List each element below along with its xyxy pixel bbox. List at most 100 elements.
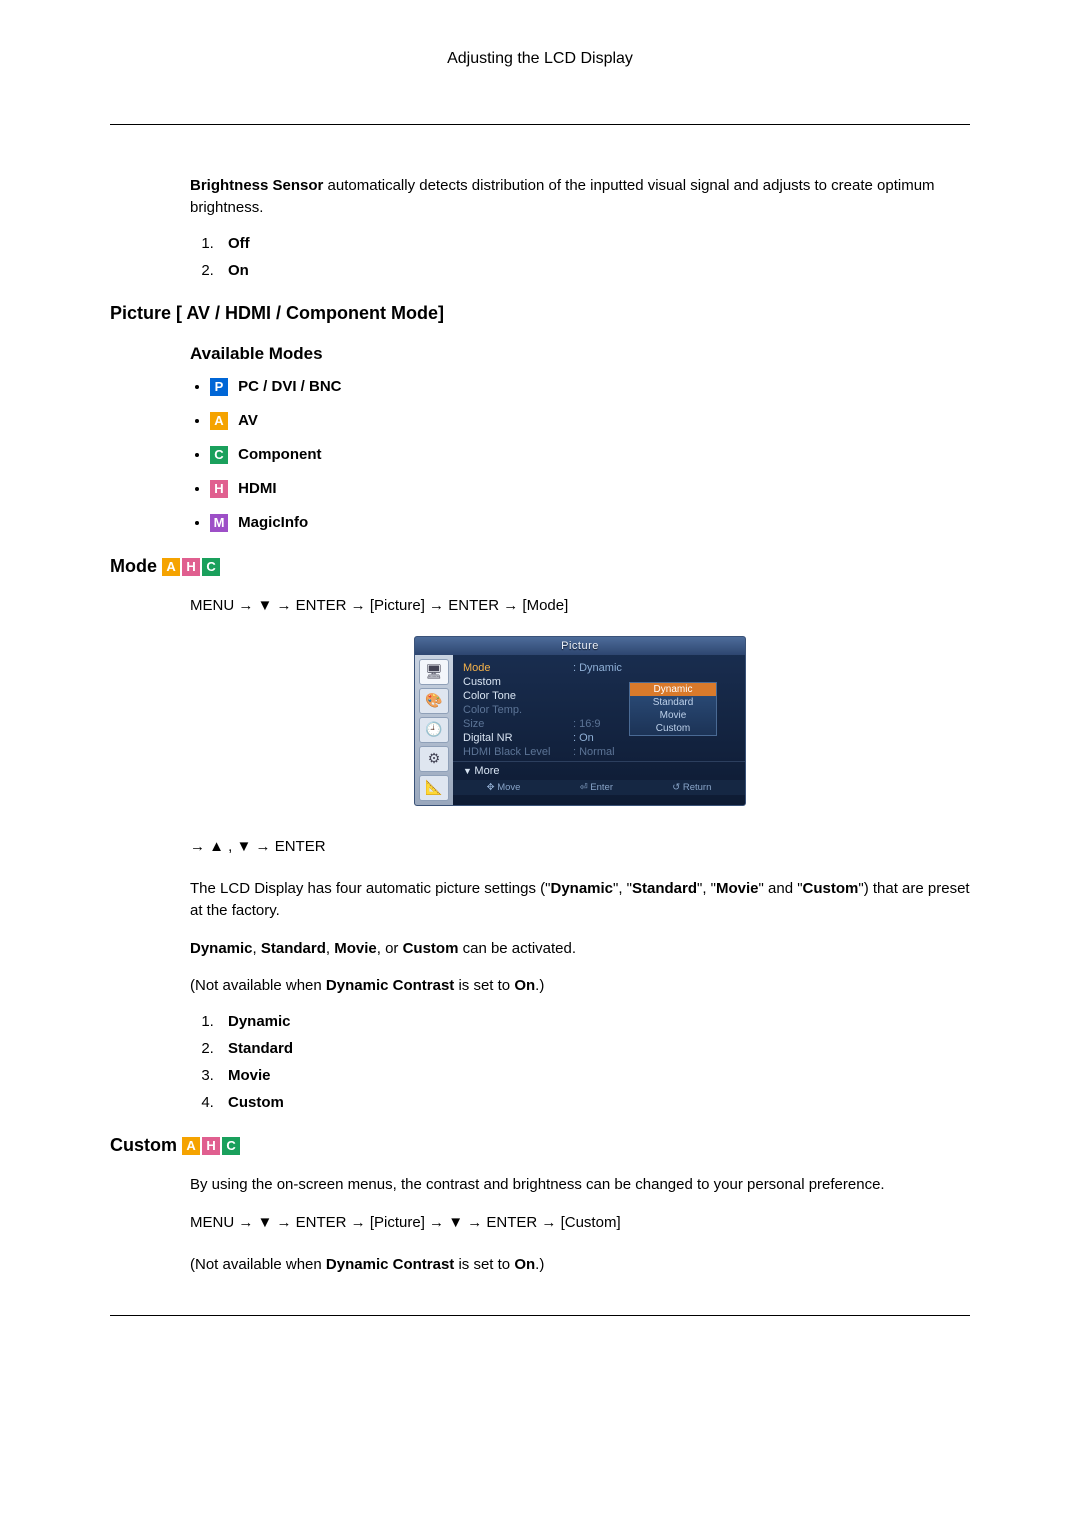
badge-a-icon: A <box>210 412 228 430</box>
option-off: Off <box>228 235 250 252</box>
osd-label: HDMI Black Level <box>463 746 573 758</box>
badge-c-icon: C <box>202 558 220 576</box>
option-movie: Movie <box>228 1067 271 1084</box>
mode-nav-path-2: → ▲ , ▼ → ENTER <box>190 836 970 858</box>
badge-c-icon: C <box>210 446 228 464</box>
text-bold: Dynamic <box>190 940 253 957</box>
list-item: H HDMI <box>210 480 970 498</box>
available-modes-heading: Available Modes <box>190 344 970 364</box>
text: is set to <box>454 1256 514 1273</box>
osd-foot-enter: ⏎ Enter <box>580 782 613 793</box>
text: , or <box>377 940 403 957</box>
osd-popup-item: Movie <box>630 709 716 722</box>
osd-label: Size <box>463 718 573 730</box>
mode-hdmi: HDMI <box>238 480 276 497</box>
nav-tag-mode: [Mode] <box>522 595 568 617</box>
osd-screenshot: Picture 🖥 🎨 🕘 ⚙ 📐 Mode: Dynamic Custom C… <box>414 636 746 806</box>
osd-row: Mode: Dynamic <box>463 661 737 675</box>
text: is set to <box>454 977 514 994</box>
osd-footer: ✥ Move ⏎ Enter ↺ Return <box>453 780 745 795</box>
osd-foot-label: Enter <box>590 782 613 793</box>
nav-text: MENU → ▼ → ENTER → <box>190 597 370 614</box>
text: .) <box>535 977 544 994</box>
mode-heading-text: Mode <box>110 556 157 576</box>
badge-h-icon: H <box>210 480 228 498</box>
option-dynamic: Dynamic <box>228 1013 291 1030</box>
text-bold: Dynamic Contrast <box>326 977 454 994</box>
nav-text: → ENTER → <box>425 597 523 614</box>
option-custom: Custom <box>228 1094 284 1111</box>
brightness-sensor-paragraph: Brightness Sensor automatically detects … <box>190 175 970 219</box>
list-item: Off <box>218 235 970 252</box>
text-bold: On <box>514 1256 535 1273</box>
osd-row: HDMI Black Level: Normal <box>463 745 737 759</box>
osd-foot-move: ✥ Move <box>487 782 521 793</box>
badge-c-icon: C <box>222 1137 240 1155</box>
nav-text: MENU → ▼ → ENTER → <box>190 1214 370 1231</box>
text-bold: Standard <box>632 880 697 897</box>
text-bold: Movie <box>334 940 377 957</box>
badge-a-icon: A <box>162 558 180 576</box>
mode-note: (Not available when Dynamic Contrast is … <box>190 975 970 997</box>
osd-label: Digital NR <box>463 732 573 744</box>
text: (Not available when <box>190 977 326 994</box>
mode-magicinfo: MagicInfo <box>238 514 308 531</box>
osd-label: Color Tone <box>463 690 573 702</box>
osd-label: Color Temp. <box>463 704 573 716</box>
divider <box>110 124 970 125</box>
list-item: Custom <box>218 1094 970 1111</box>
text: , <box>326 940 334 957</box>
custom-heading-text: Custom <box>110 1135 177 1155</box>
nav-tag-picture: [Picture] <box>370 595 425 617</box>
custom-note: (Not available when Dynamic Contrast is … <box>190 1254 970 1276</box>
osd-tab-icon: ⚙ <box>419 746 449 772</box>
text-bold: Dynamic Contrast <box>326 1256 454 1273</box>
text: The LCD Display has four automatic pictu… <box>190 880 550 897</box>
text-bold: Custom <box>403 940 459 957</box>
badge-m-icon: M <box>210 514 228 532</box>
osd-title: Picture <box>415 637 745 655</box>
custom-description: By using the on-screen menus, the contra… <box>190 1174 970 1196</box>
text: (Not available when <box>190 1256 326 1273</box>
badge-h-icon: H <box>182 558 200 576</box>
option-on: On <box>228 262 249 279</box>
list-item: P PC / DVI / BNC <box>210 378 970 396</box>
text-bold: Standard <box>261 940 326 957</box>
mode-component: Component <box>238 446 321 463</box>
osd-tab-icon: 🎨 <box>419 688 449 714</box>
divider <box>110 1315 970 1316</box>
brightness-sensor-options: Off On <box>190 235 970 279</box>
mode-nav-path-1: MENU → ▼ → ENTER → [Picture] → ENTER → [… <box>190 595 970 617</box>
osd-value: : Dynamic <box>573 662 737 674</box>
list-item: M MagicInfo <box>210 514 970 532</box>
page-header: Adjusting the LCD Display <box>110 50 970 74</box>
text-bold: Custom <box>803 880 859 897</box>
option-standard: Standard <box>228 1040 293 1057</box>
mode-heading: Mode AHC <box>110 556 970 577</box>
osd-tab-icon: 🖥 <box>419 659 449 685</box>
osd-popup-item: Dynamic <box>630 683 716 696</box>
list-item: Movie <box>218 1067 970 1084</box>
text: ", " <box>613 880 632 897</box>
osd-popup: Dynamic Standard Movie Custom <box>629 682 717 736</box>
nav-tag-picture: [Picture] <box>370 1212 425 1234</box>
osd-popup-item: Standard <box>630 696 716 709</box>
available-modes-list: P PC / DVI / BNC A AV C Component H HDMI… <box>190 378 970 532</box>
text: , <box>253 940 261 957</box>
osd-foot-label: Move <box>497 782 520 793</box>
badge-p-icon: P <box>210 378 228 396</box>
osd-foot-return: ↺ Return <box>672 782 711 793</box>
text: .) <box>535 1256 544 1273</box>
osd-popup-item: Custom <box>630 722 716 735</box>
osd-foot-label: Return <box>683 782 712 793</box>
text-bold: Movie <box>716 880 759 897</box>
custom-nav-path: MENU → ▼ → ENTER → [Picture] → ▼ → ENTER… <box>190 1212 970 1234</box>
badge-h-icon: H <box>202 1137 220 1155</box>
mode-options-list: Dynamic Standard Movie Custom <box>190 1013 970 1111</box>
osd-icon-column: 🖥 🎨 🕘 ⚙ 📐 <box>415 655 453 805</box>
text: " and " <box>759 880 803 897</box>
mode-av: AV <box>238 412 258 429</box>
text: ", " <box>697 880 716 897</box>
list-item: A AV <box>210 412 970 430</box>
picture-heading: Picture [ AV / HDMI / Component Mode] <box>110 303 970 324</box>
